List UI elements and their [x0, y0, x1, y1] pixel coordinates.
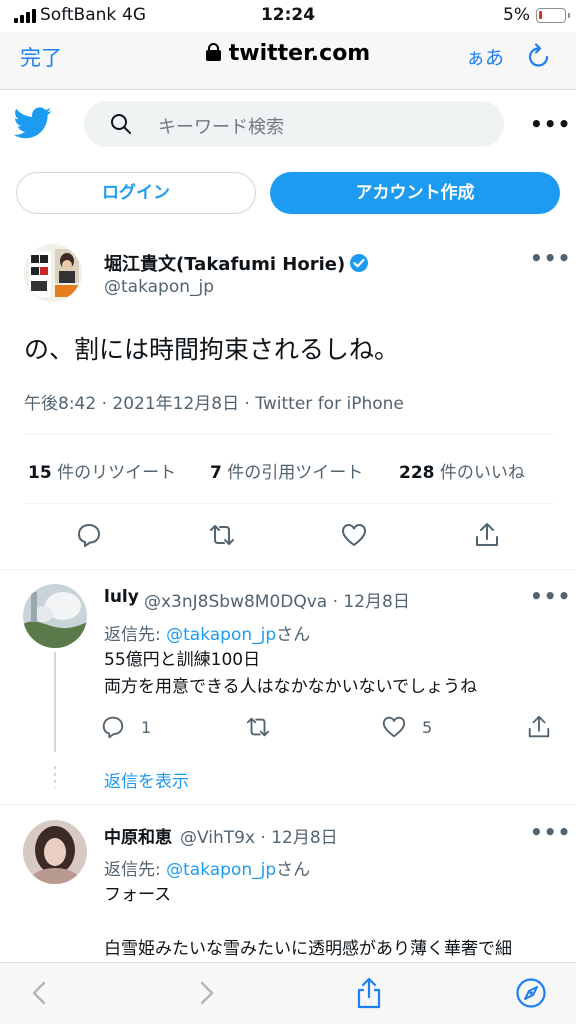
reply-avatar[interactable] — [23, 820, 87, 884]
reply-to-line: 返信先: @takapon_jpさん — [104, 860, 311, 880]
like-icon[interactable] — [381, 714, 407, 740]
avatar-image — [23, 584, 87, 648]
text-size-button[interactable]: ぁあ — [466, 43, 504, 70]
author-handle[interactable]: @takapon_jp — [104, 277, 214, 297]
divider — [24, 503, 553, 504]
login-button[interactable]: ログイン — [16, 172, 256, 214]
status-bar: SoftBank 4G 12:24 5% — [0, 0, 576, 32]
thread-dots — [54, 766, 56, 788]
reply-to-line: 返信先: @takapon_jpさん — [104, 625, 311, 645]
reply-more-icon[interactable]: ••• — [530, 820, 571, 844]
twitter-bird-icon[interactable] — [14, 106, 52, 140]
like-stat[interactable]: 228 件のいいね — [399, 458, 525, 483]
browser-toolbar: 完了 twitter.com ぁあ — [0, 32, 576, 90]
show-replies-link[interactable]: 返信を表示 — [104, 767, 189, 792]
search-placeholder: キーワード検索 — [158, 117, 284, 138]
share-icon[interactable] — [354, 977, 384, 1009]
reply-author-name[interactable]: 中原和恵 — [104, 823, 172, 848]
lock-icon — [205, 43, 221, 61]
share-icon[interactable] — [473, 521, 501, 549]
reload-icon[interactable] — [526, 43, 552, 69]
retweet-stat[interactable]: 15 件のリツイート — [28, 458, 176, 483]
reply-text: 55億円と訓練100日 両方を用意できる人はなかなかいないでしょうね — [104, 650, 478, 697]
tweet-text: の、割には時間拘束されるしね。 — [24, 335, 400, 364]
thread-line — [54, 652, 56, 752]
compass-icon[interactable] — [515, 977, 547, 1009]
reply-more-icon[interactable]: ••• — [530, 584, 571, 608]
search-input[interactable]: キーワード検索 — [84, 101, 504, 147]
book-cover-image — [25, 245, 81, 301]
divider — [0, 569, 576, 570]
tweet-more-icon[interactable]: ••• — [530, 246, 571, 270]
chevron-left-icon[interactable] — [26, 979, 54, 1007]
verified-badge-icon — [350, 254, 369, 272]
author-name[interactable]: 堀江貴文(Takafumi Horie) — [104, 250, 369, 276]
divider — [24, 434, 553, 435]
battery-icon — [536, 8, 570, 23]
reply-to-link[interactable]: @takapon_jp — [166, 860, 276, 880]
chevron-right-icon[interactable] — [192, 979, 220, 1007]
search-icon — [111, 114, 131, 134]
reply-avatar[interactable] — [23, 584, 87, 648]
reply-count: 1 — [141, 718, 152, 737]
divider — [0, 804, 576, 805]
clock: 12:24 — [260, 5, 316, 25]
reply-to-link[interactable]: @takapon_jp — [166, 625, 276, 645]
reply-author-name[interactable]: luly — [104, 587, 139, 607]
reply-text: フォース 白雪姫みたいな雪みたいに透明感があり薄く華奢で細 — [104, 885, 512, 959]
reply-handle[interactable]: @VihT9x · 12月8日 — [180, 823, 338, 848]
tweet-meta[interactable]: 午後8:42 · 2021年12月8日 · Twitter for iPhone — [24, 389, 404, 414]
reply-icon[interactable] — [100, 714, 126, 740]
like-count: 5 — [422, 718, 433, 737]
quote-stat[interactable]: 7 件の引用ツイート — [210, 458, 363, 483]
signup-button[interactable]: アカウント作成 — [270, 172, 560, 214]
reply-handle[interactable]: @x3nJ8Sbw8M0DQva · 12月8日 — [144, 587, 410, 612]
share-icon[interactable] — [526, 714, 552, 740]
retweet-icon[interactable] — [245, 714, 271, 740]
like-icon[interactable] — [340, 521, 368, 549]
battery-percent: 5% — [503, 5, 530, 25]
browser-bottom-toolbar — [0, 962, 576, 1024]
url-text: twitter.com — [228, 41, 371, 66]
author-avatar[interactable] — [24, 244, 82, 302]
more-options-icon[interactable]: ••• — [530, 112, 571, 136]
retweet-icon[interactable] — [208, 521, 236, 549]
reply-icon[interactable] — [75, 521, 103, 549]
avatar-image — [23, 820, 87, 884]
